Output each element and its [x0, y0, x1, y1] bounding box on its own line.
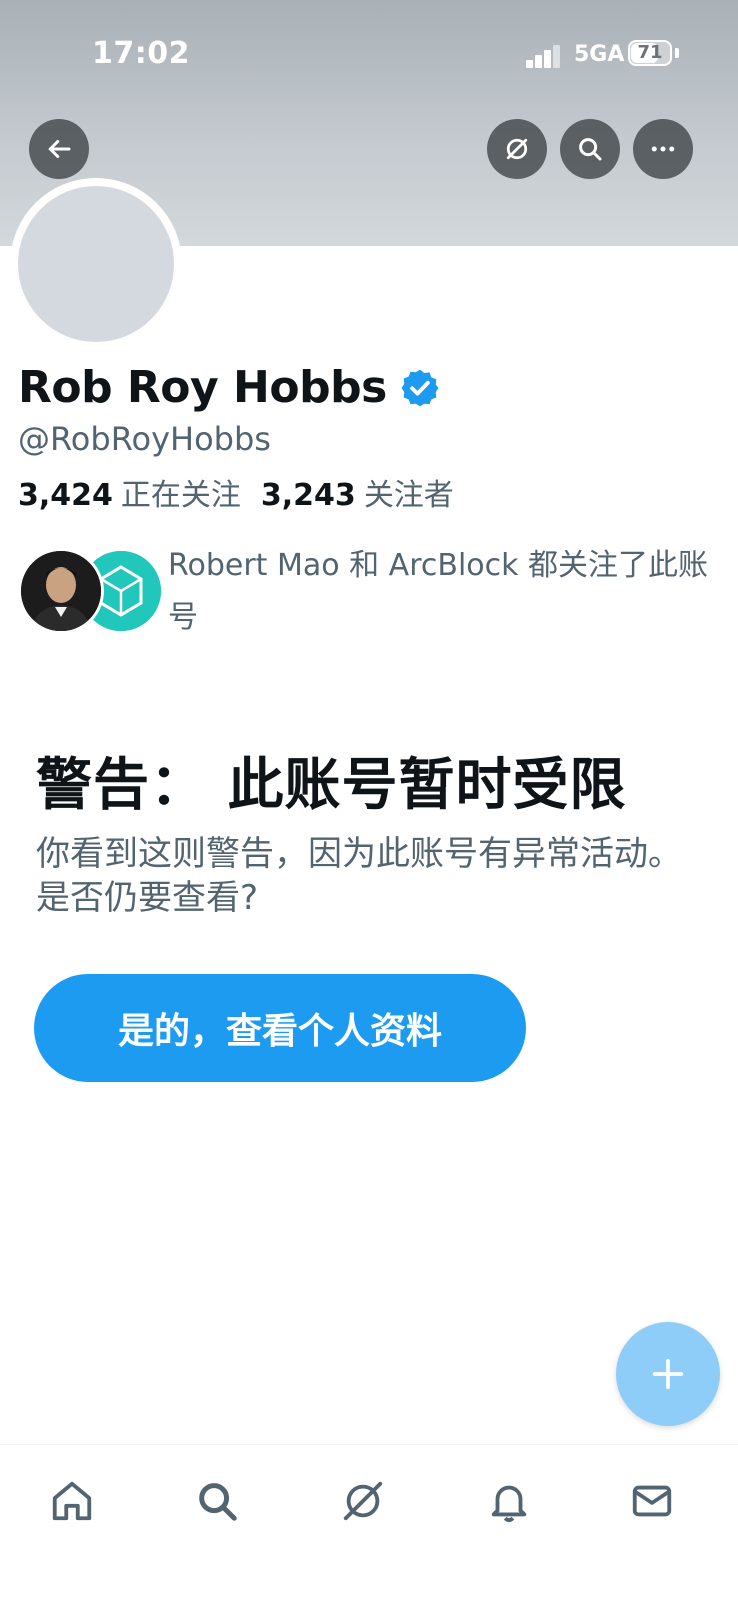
warning-title: 警告： 此账号暂时受限 — [36, 753, 627, 818]
name-row: Rob Roy Hobbs — [18, 362, 441, 413]
verified-badge-icon — [401, 369, 439, 406]
avatar[interactable] — [18, 186, 174, 342]
following-count: 3,424 — [18, 478, 113, 513]
grok-button[interactable] — [487, 119, 547, 179]
followed-by-text: Robert Mao 和 ArcBlock 都关注了此账号 — [168, 548, 709, 635]
follow-stats: 3,424 正在关注 3,243 关注者 — [18, 470, 474, 514]
more-button[interactable] — [633, 119, 693, 179]
view-profile-button[interactable]: 是的，查看个人资料 — [34, 974, 526, 1082]
followers-count: 3,243 — [260, 478, 356, 513]
tab-search[interactable] — [187, 1471, 247, 1531]
followed-by-section[interactable]: Robert Mao 和 ArcBlock 都关注了此账号 — [18, 540, 718, 640]
battery-tip — [675, 48, 679, 58]
network-type: 5GA — [574, 42, 625, 67]
tab-notifications[interactable] — [479, 1471, 539, 1531]
following-stat[interactable]: 3,424 正在关注 — [18, 470, 241, 514]
messages-icon — [632, 1485, 672, 1517]
plus-icon — [652, 1358, 684, 1390]
follower-avatar-robert — [18, 548, 104, 634]
following-label: 正在关注 — [120, 478, 241, 513]
grok-icon — [506, 138, 528, 160]
back-button[interactable] — [29, 119, 89, 179]
user-handle: @RobRoyHobbs — [18, 420, 271, 458]
more-icon — [651, 146, 675, 152]
notifications-icon — [491, 1485, 527, 1523]
display-name: Rob Roy Hobbs — [18, 362, 387, 413]
compose-button[interactable] — [616, 1322, 720, 1426]
status-time: 17:02 — [92, 36, 190, 71]
tab-grok[interactable] — [333, 1471, 393, 1531]
tab-home[interactable] — [42, 1471, 102, 1531]
tab-messages[interactable] — [622, 1471, 682, 1531]
search-button[interactable] — [560, 119, 620, 179]
warning-description: 你看到这则警告，因为此账号有异常活动。是否仍要查看? — [36, 834, 682, 918]
bottom-tab-bar — [0, 1444, 738, 1601]
search-icon — [199, 1483, 237, 1521]
battery-icon: 71 — [628, 40, 672, 66]
followers-label: 关注者 — [363, 478, 454, 513]
followers-stat[interactable]: 3,243 关注者 — [261, 470, 454, 514]
back-arrow-icon — [48, 140, 71, 158]
status-bar: 17:02 5GA 71 — [0, 0, 738, 100]
search-icon — [579, 138, 602, 161]
signal-icon — [526, 44, 562, 68]
battery-level: 71 — [637, 42, 663, 63]
grok-icon — [343, 1481, 383, 1521]
home-icon — [52, 1481, 92, 1521]
